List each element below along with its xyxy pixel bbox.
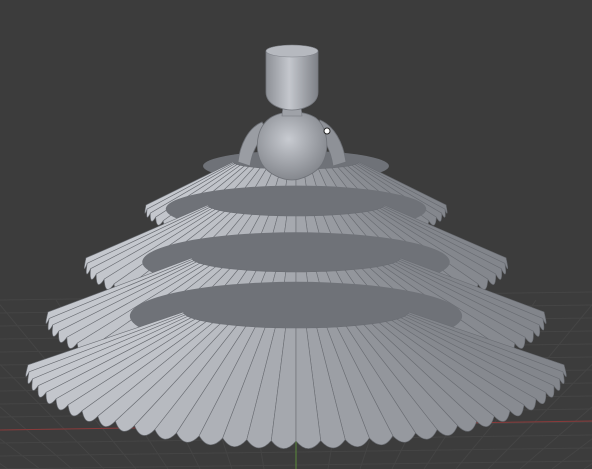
head-top [265,44,319,58]
dress-skirt[interactable] [25,150,567,449]
viewport-canvas[interactable] [0,0,592,469]
selected-vertex-marker[interactable] [323,127,331,135]
torso [256,111,328,181]
3d-viewport[interactable] [0,0,592,469]
